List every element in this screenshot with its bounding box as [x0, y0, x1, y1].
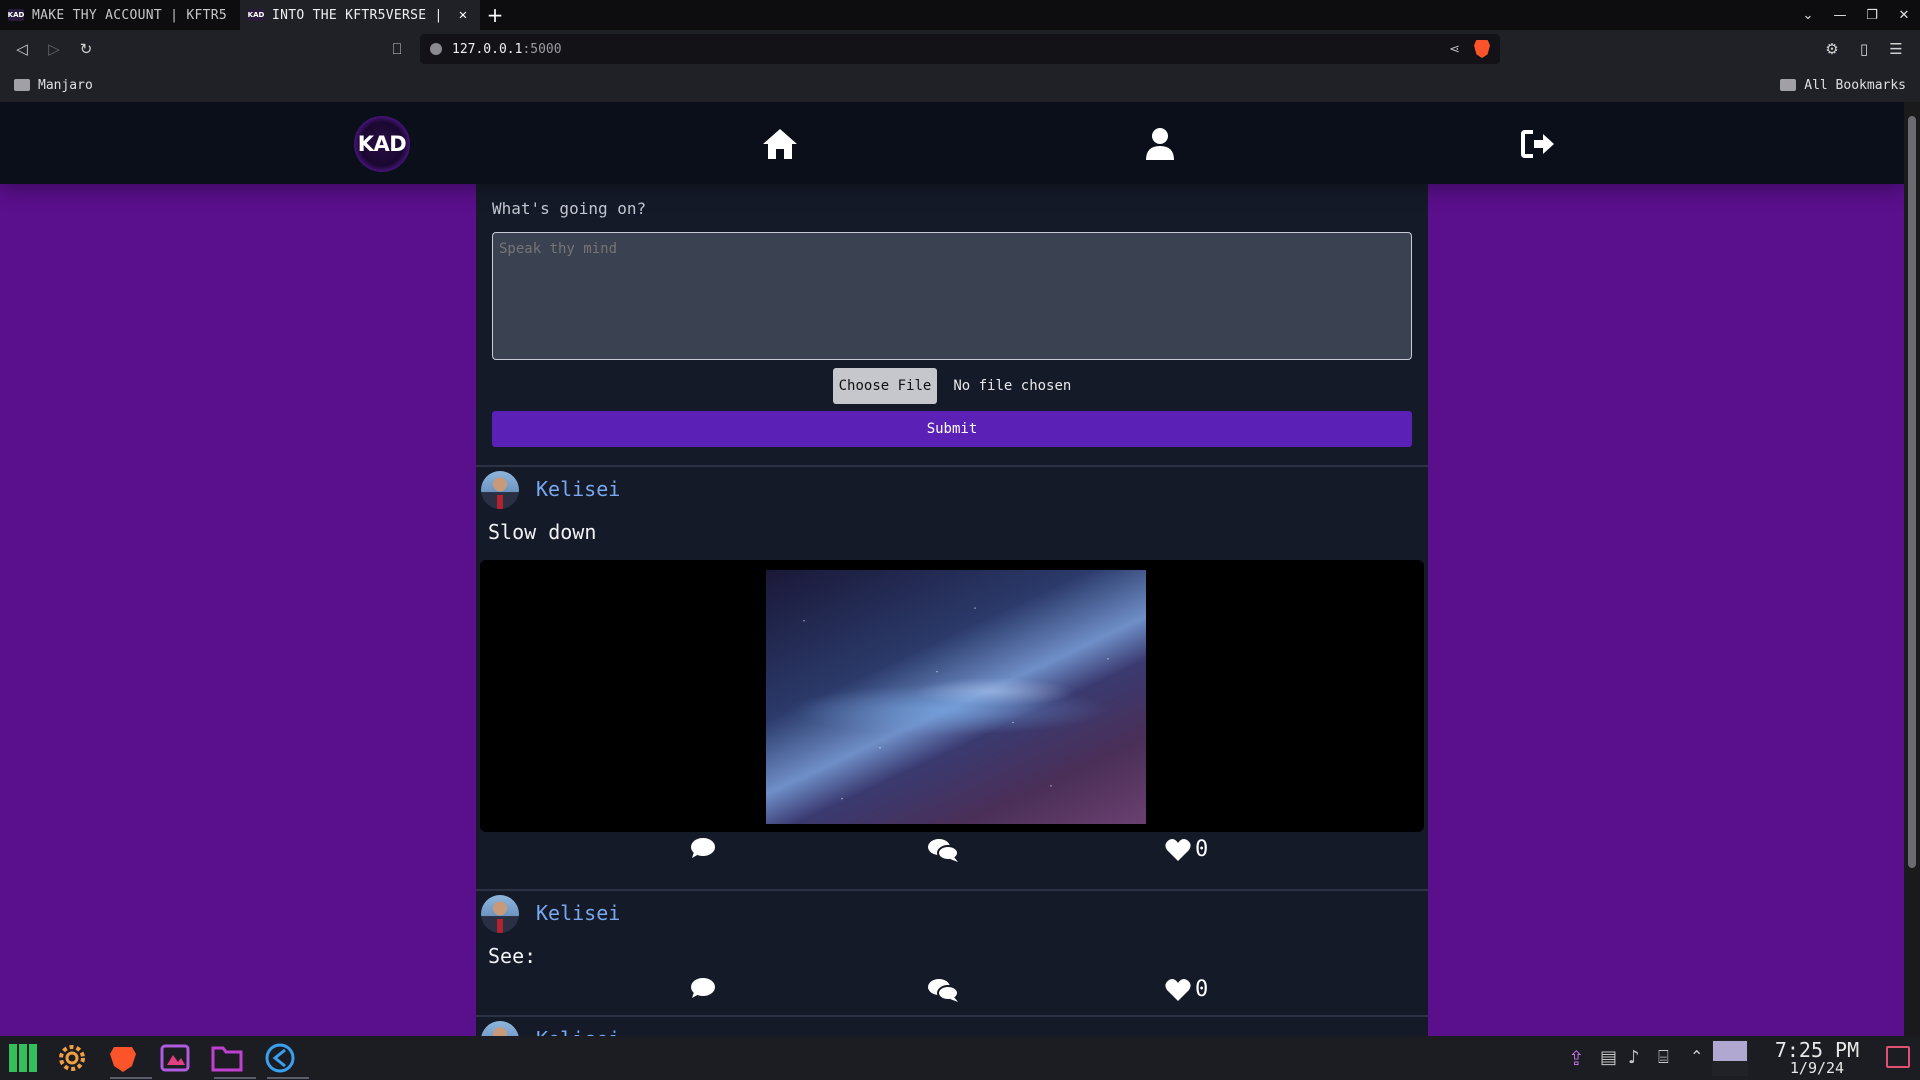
menu-icon[interactable]: ☰: [1880, 33, 1912, 65]
url-port: :5000: [522, 41, 562, 57]
forward-icon[interactable]: ▷: [38, 33, 70, 65]
comments-icon[interactable]: [926, 837, 960, 863]
site-logo[interactable]: KAD: [354, 116, 410, 172]
post-text: Slow down: [488, 520, 597, 544]
post-media: [480, 560, 1424, 832]
clock-date: 1/9/24: [1789, 1059, 1845, 1077]
manjaro-menu-icon[interactable]: [6, 1042, 40, 1074]
choose-file-button[interactable]: Choose File: [832, 368, 938, 404]
browser-toolbar: ◁ ▷ ↻ ⎕ 127.0.0.1:5000 ⋖ ⚙ ▯ ☰: [0, 30, 1920, 68]
show-desktop-icon[interactable]: [1886, 1046, 1910, 1068]
bookmark-icon[interactable]: ⎕: [381, 33, 413, 65]
close-tab-icon[interactable]: ✕: [454, 7, 472, 23]
scrollbar-thumb[interactable]: [1908, 116, 1916, 868]
like-button[interactable]: 0: [1165, 837, 1208, 862]
clock-time: 7:25 PM: [1774, 1038, 1860, 1062]
comment-icon[interactable]: [690, 977, 716, 999]
kad-favicon-icon: KAD: [247, 9, 265, 21]
avatar[interactable]: [481, 895, 519, 933]
file-manager-icon[interactable]: [210, 1042, 256, 1079]
page-scrollbar[interactable]: [1904, 102, 1920, 1036]
post-actions: 0: [476, 977, 1428, 1009]
tab-kftr5verse[interactable]: KAD INTO THE KFTR5VERSE | ✕: [240, 0, 480, 30]
back-icon[interactable]: ◁: [6, 33, 38, 65]
file-picker: Choose File No file chosen: [476, 368, 1428, 404]
kad-favicon-icon: KAD: [7, 9, 25, 21]
image-editor-icon[interactable]: [158, 1042, 192, 1074]
url-host: 127.0.0.1: [452, 41, 523, 57]
post: Kelisei: [476, 1017, 1428, 1036]
post-username[interactable]: Kelisei: [536, 477, 620, 501]
post-input[interactable]: [492, 232, 1412, 360]
tab-title: MAKE THY ACCOUNT | KFTR5: [32, 7, 228, 23]
vscode-icon[interactable]: [263, 1042, 309, 1079]
taskbar: ⇪ ▤ ♪ ⌸ ⌃ 7:25 PM 1/9/24: [0, 1036, 1920, 1080]
sidebar-icon[interactable]: ▯: [1848, 33, 1880, 65]
taskbar-clock[interactable]: 7:25 PM 1/9/24: [1762, 1040, 1872, 1076]
bookmarks-bar: Manjaro All Bookmarks: [0, 68, 1920, 102]
tray-updates-icon[interactable]: ⇪: [1568, 1046, 1585, 1070]
browser-tabbar: KAD MAKE THY ACCOUNT | KFTR5 KAD INTO TH…: [0, 0, 1920, 30]
tab-make-account[interactable]: KAD MAKE THY ACCOUNT | KFTR5: [0, 0, 240, 30]
folder-icon: [1780, 79, 1797, 91]
submit-button[interactable]: Submit: [492, 411, 1412, 447]
file-status: No file chosen: [953, 378, 1072, 394]
comment-icon[interactable]: [690, 837, 716, 859]
minimize-icon[interactable]: —: [1824, 8, 1856, 23]
feed-column: What's going on? Choose File No file cho…: [476, 184, 1428, 1036]
extensions-icon[interactable]: ⚙: [1816, 33, 1848, 65]
folder-icon: [14, 79, 30, 91]
home-icon[interactable]: [758, 122, 802, 166]
tab-title: INTO THE KFTR5VERSE |: [272, 7, 443, 23]
maximize-icon[interactable]: ❐: [1856, 8, 1888, 23]
avatar[interactable]: [481, 471, 519, 509]
profile-icon[interactable]: [1138, 122, 1182, 166]
post: Kelisei Slow down 0: [476, 467, 1428, 887]
logout-icon[interactable]: [1516, 122, 1560, 166]
site-header: KAD: [0, 102, 1904, 184]
tray-network-icon[interactable]: ⌸: [1658, 1047, 1669, 1068]
close-window-icon[interactable]: ✕: [1888, 8, 1920, 23]
tab-list-icon[interactable]: ⌄: [1792, 8, 1824, 23]
reload-icon[interactable]: ↻: [70, 33, 102, 65]
settings-icon[interactable]: [55, 1042, 89, 1074]
brave-shields-icon[interactable]: [1474, 40, 1490, 58]
post-text: See:: [488, 944, 537, 968]
post-image[interactable]: [766, 570, 1146, 824]
page-content: KAD What's going on? Choose File No file…: [0, 102, 1904, 1036]
post: Kelisei See: 0: [476, 891, 1428, 1015]
heart-icon: [1165, 978, 1191, 1001]
desktop-pager[interactable]: [1712, 1040, 1748, 1076]
tray-volume-icon[interactable]: ♪: [1628, 1047, 1640, 1068]
bookmark-manjaro[interactable]: Manjaro: [38, 78, 93, 93]
all-bookmarks[interactable]: All Bookmarks: [1804, 78, 1906, 93]
brave-browser-icon[interactable]: [106, 1042, 152, 1079]
address-bar[interactable]: 127.0.0.1:5000 ⋖: [420, 34, 1500, 64]
new-tab-button[interactable]: +: [480, 0, 510, 30]
share-icon[interactable]: ⋖: [1449, 42, 1460, 57]
comments-icon[interactable]: [926, 977, 960, 1003]
post-username[interactable]: Kelisei: [536, 1027, 620, 1036]
like-count: 0: [1195, 837, 1209, 862]
tray-expand-icon[interactable]: ⌃: [1690, 1047, 1703, 1066]
heart-icon: [1165, 838, 1191, 861]
window-controls: ⌄ — ❐ ✕: [1792, 0, 1920, 30]
tray-clipboard-icon[interactable]: ▤: [1600, 1047, 1617, 1068]
like-button[interactable]: 0: [1165, 977, 1208, 1002]
post-username[interactable]: Kelisei: [536, 901, 620, 925]
compose-label: What's going on?: [492, 199, 647, 218]
like-count: 0: [1195, 977, 1209, 1002]
post-actions: 0: [476, 837, 1428, 869]
avatar[interactable]: [481, 1021, 519, 1036]
site-info-icon[interactable]: [430, 43, 442, 55]
